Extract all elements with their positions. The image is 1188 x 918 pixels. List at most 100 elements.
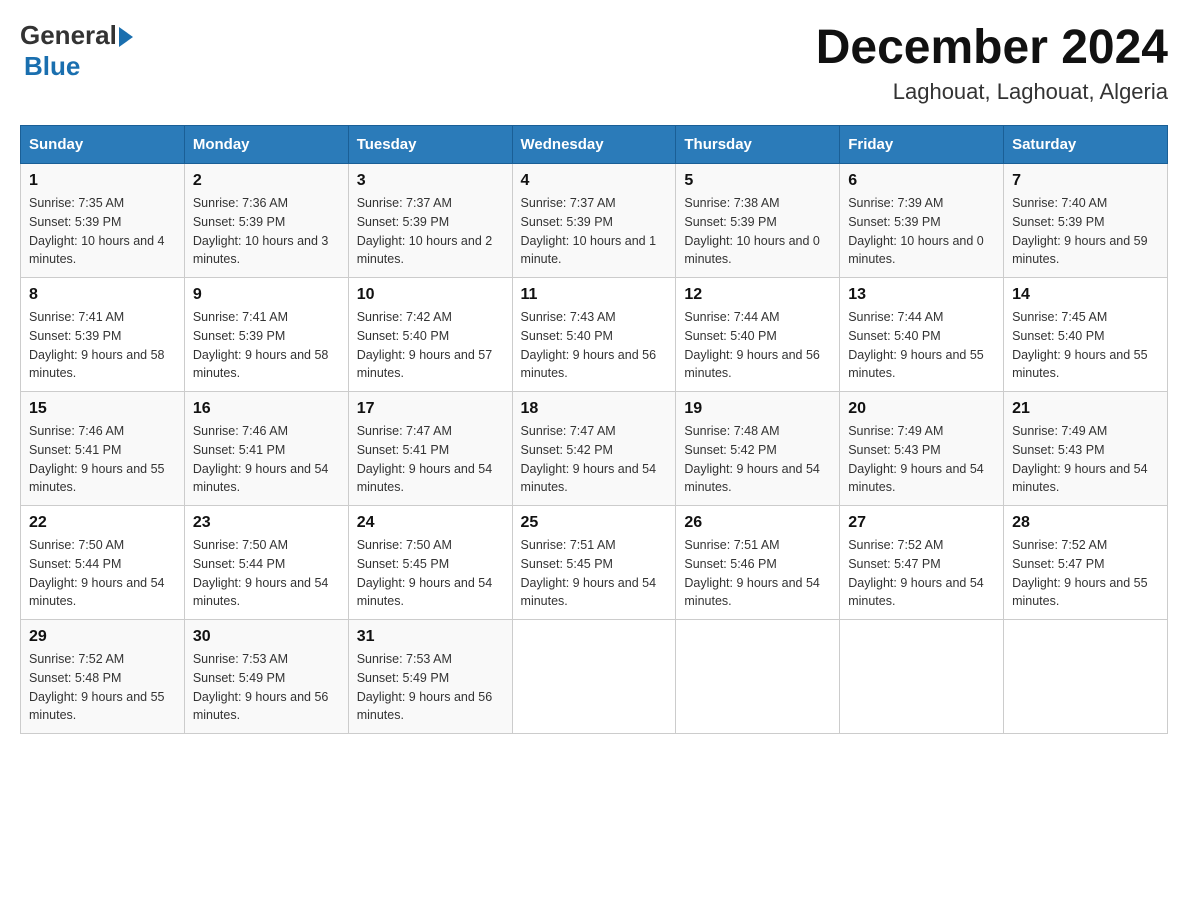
sunrise-label: Sunrise: 7:53 AM [193, 652, 288, 666]
sunrise-label: Sunrise: 7:46 AM [193, 424, 288, 438]
calendar-cell: 12 Sunrise: 7:44 AM Sunset: 5:40 PM Dayl… [676, 278, 840, 392]
day-number: 2 [193, 172, 340, 190]
day-info: Sunrise: 7:45 AM Sunset: 5:40 PM Dayligh… [1012, 308, 1159, 383]
day-number: 24 [357, 514, 504, 532]
sunset-label: Sunset: 5:46 PM [684, 557, 776, 571]
day-info: Sunrise: 7:38 AM Sunset: 5:39 PM Dayligh… [684, 194, 831, 269]
header-tuesday: Tuesday [348, 126, 512, 164]
calendar-cell: 24 Sunrise: 7:50 AM Sunset: 5:45 PM Dayl… [348, 506, 512, 620]
day-info: Sunrise: 7:47 AM Sunset: 5:42 PM Dayligh… [521, 422, 668, 497]
sunrise-label: Sunrise: 7:50 AM [29, 538, 124, 552]
daylight-label: Daylight: 10 hours and 4 minutes. [29, 234, 165, 267]
calendar-cell: 26 Sunrise: 7:51 AM Sunset: 5:46 PM Dayl… [676, 506, 840, 620]
calendar-cell: 31 Sunrise: 7:53 AM Sunset: 5:49 PM Dayl… [348, 620, 512, 734]
daylight-label: Daylight: 9 hours and 56 minutes. [684, 348, 820, 381]
sunset-label: Sunset: 5:48 PM [29, 671, 121, 685]
sunset-label: Sunset: 5:40 PM [521, 329, 613, 343]
day-info: Sunrise: 7:42 AM Sunset: 5:40 PM Dayligh… [357, 308, 504, 383]
day-info: Sunrise: 7:39 AM Sunset: 5:39 PM Dayligh… [848, 194, 995, 269]
sunrise-label: Sunrise: 7:52 AM [29, 652, 124, 666]
daylight-label: Daylight: 9 hours and 57 minutes. [357, 348, 493, 381]
daylight-label: Daylight: 10 hours and 0 minutes. [848, 234, 984, 267]
sunrise-label: Sunrise: 7:50 AM [357, 538, 452, 552]
calendar-cell [512, 620, 676, 734]
header-friday: Friday [840, 126, 1004, 164]
calendar-cell: 7 Sunrise: 7:40 AM Sunset: 5:39 PM Dayli… [1004, 164, 1168, 278]
day-info: Sunrise: 7:41 AM Sunset: 5:39 PM Dayligh… [193, 308, 340, 383]
sunrise-label: Sunrise: 7:39 AM [848, 196, 943, 210]
day-info: Sunrise: 7:49 AM Sunset: 5:43 PM Dayligh… [848, 422, 995, 497]
day-info: Sunrise: 7:36 AM Sunset: 5:39 PM Dayligh… [193, 194, 340, 269]
calendar-cell: 28 Sunrise: 7:52 AM Sunset: 5:47 PM Dayl… [1004, 506, 1168, 620]
day-number: 19 [684, 400, 831, 418]
daylight-label: Daylight: 9 hours and 54 minutes. [29, 576, 165, 609]
calendar-cell: 15 Sunrise: 7:46 AM Sunset: 5:41 PM Dayl… [21, 392, 185, 506]
day-number: 15 [29, 400, 176, 418]
calendar-cell [676, 620, 840, 734]
sunrise-label: Sunrise: 7:51 AM [521, 538, 616, 552]
sunrise-label: Sunrise: 7:45 AM [1012, 310, 1107, 324]
day-number: 17 [357, 400, 504, 418]
calendar-subtitle: Laghouat, Laghouat, Algeria [816, 79, 1168, 105]
week-row-3: 15 Sunrise: 7:46 AM Sunset: 5:41 PM Dayl… [21, 392, 1168, 506]
sunrise-label: Sunrise: 7:43 AM [521, 310, 616, 324]
sunrise-label: Sunrise: 7:36 AM [193, 196, 288, 210]
day-number: 5 [684, 172, 831, 190]
daylight-label: Daylight: 10 hours and 3 minutes. [193, 234, 329, 267]
sunrise-label: Sunrise: 7:50 AM [193, 538, 288, 552]
calendar-body: 1 Sunrise: 7:35 AM Sunset: 5:39 PM Dayli… [21, 164, 1168, 734]
sunrise-label: Sunrise: 7:44 AM [848, 310, 943, 324]
daylight-label: Daylight: 9 hours and 54 minutes. [193, 576, 329, 609]
sunrise-label: Sunrise: 7:46 AM [29, 424, 124, 438]
calendar-cell: 30 Sunrise: 7:53 AM Sunset: 5:49 PM Dayl… [184, 620, 348, 734]
logo: General Blue [20, 20, 133, 82]
day-number: 21 [1012, 400, 1159, 418]
day-info: Sunrise: 7:46 AM Sunset: 5:41 PM Dayligh… [193, 422, 340, 497]
day-number: 30 [193, 628, 340, 646]
sunrise-label: Sunrise: 7:49 AM [1012, 424, 1107, 438]
daylight-label: Daylight: 9 hours and 55 minutes. [1012, 348, 1148, 381]
daylight-label: Daylight: 9 hours and 54 minutes. [193, 462, 329, 495]
sunset-label: Sunset: 5:41 PM [357, 443, 449, 457]
day-number: 8 [29, 286, 176, 304]
daylight-label: Daylight: 10 hours and 0 minutes. [684, 234, 820, 267]
day-number: 23 [193, 514, 340, 532]
day-number: 14 [1012, 286, 1159, 304]
calendar-table: Sunday Monday Tuesday Wednesday Thursday… [20, 125, 1168, 734]
daylight-label: Daylight: 9 hours and 54 minutes. [357, 462, 493, 495]
day-number: 31 [357, 628, 504, 646]
calendar-cell: 3 Sunrise: 7:37 AM Sunset: 5:39 PM Dayli… [348, 164, 512, 278]
daylight-label: Daylight: 9 hours and 56 minutes. [193, 690, 329, 723]
day-number: 7 [1012, 172, 1159, 190]
day-number: 4 [521, 172, 668, 190]
day-info: Sunrise: 7:47 AM Sunset: 5:41 PM Dayligh… [357, 422, 504, 497]
calendar-cell: 10 Sunrise: 7:42 AM Sunset: 5:40 PM Dayl… [348, 278, 512, 392]
day-number: 13 [848, 286, 995, 304]
sunset-label: Sunset: 5:40 PM [1012, 329, 1104, 343]
day-number: 20 [848, 400, 995, 418]
day-headers-row: Sunday Monday Tuesday Wednesday Thursday… [21, 126, 1168, 164]
calendar-cell: 1 Sunrise: 7:35 AM Sunset: 5:39 PM Dayli… [21, 164, 185, 278]
sunset-label: Sunset: 5:40 PM [357, 329, 449, 343]
daylight-label: Daylight: 9 hours and 54 minutes. [357, 576, 493, 609]
daylight-label: Daylight: 9 hours and 54 minutes. [1012, 462, 1148, 495]
calendar-cell: 17 Sunrise: 7:47 AM Sunset: 5:41 PM Dayl… [348, 392, 512, 506]
sunrise-label: Sunrise: 7:49 AM [848, 424, 943, 438]
day-info: Sunrise: 7:35 AM Sunset: 5:39 PM Dayligh… [29, 194, 176, 269]
calendar-cell: 27 Sunrise: 7:52 AM Sunset: 5:47 PM Dayl… [840, 506, 1004, 620]
sunrise-label: Sunrise: 7:52 AM [848, 538, 943, 552]
sunset-label: Sunset: 5:44 PM [193, 557, 285, 571]
day-info: Sunrise: 7:52 AM Sunset: 5:47 PM Dayligh… [1012, 536, 1159, 611]
calendar-cell: 19 Sunrise: 7:48 AM Sunset: 5:42 PM Dayl… [676, 392, 840, 506]
header-saturday: Saturday [1004, 126, 1168, 164]
sunset-label: Sunset: 5:39 PM [848, 215, 940, 229]
day-info: Sunrise: 7:53 AM Sunset: 5:49 PM Dayligh… [357, 650, 504, 725]
day-number: 27 [848, 514, 995, 532]
sunrise-label: Sunrise: 7:52 AM [1012, 538, 1107, 552]
logo-general-text: General [20, 20, 117, 51]
page-header: General Blue December 2024 Laghouat, Lag… [20, 20, 1168, 105]
sunrise-label: Sunrise: 7:47 AM [521, 424, 616, 438]
daylight-label: Daylight: 9 hours and 54 minutes. [521, 462, 657, 495]
day-number: 26 [684, 514, 831, 532]
day-number: 3 [357, 172, 504, 190]
